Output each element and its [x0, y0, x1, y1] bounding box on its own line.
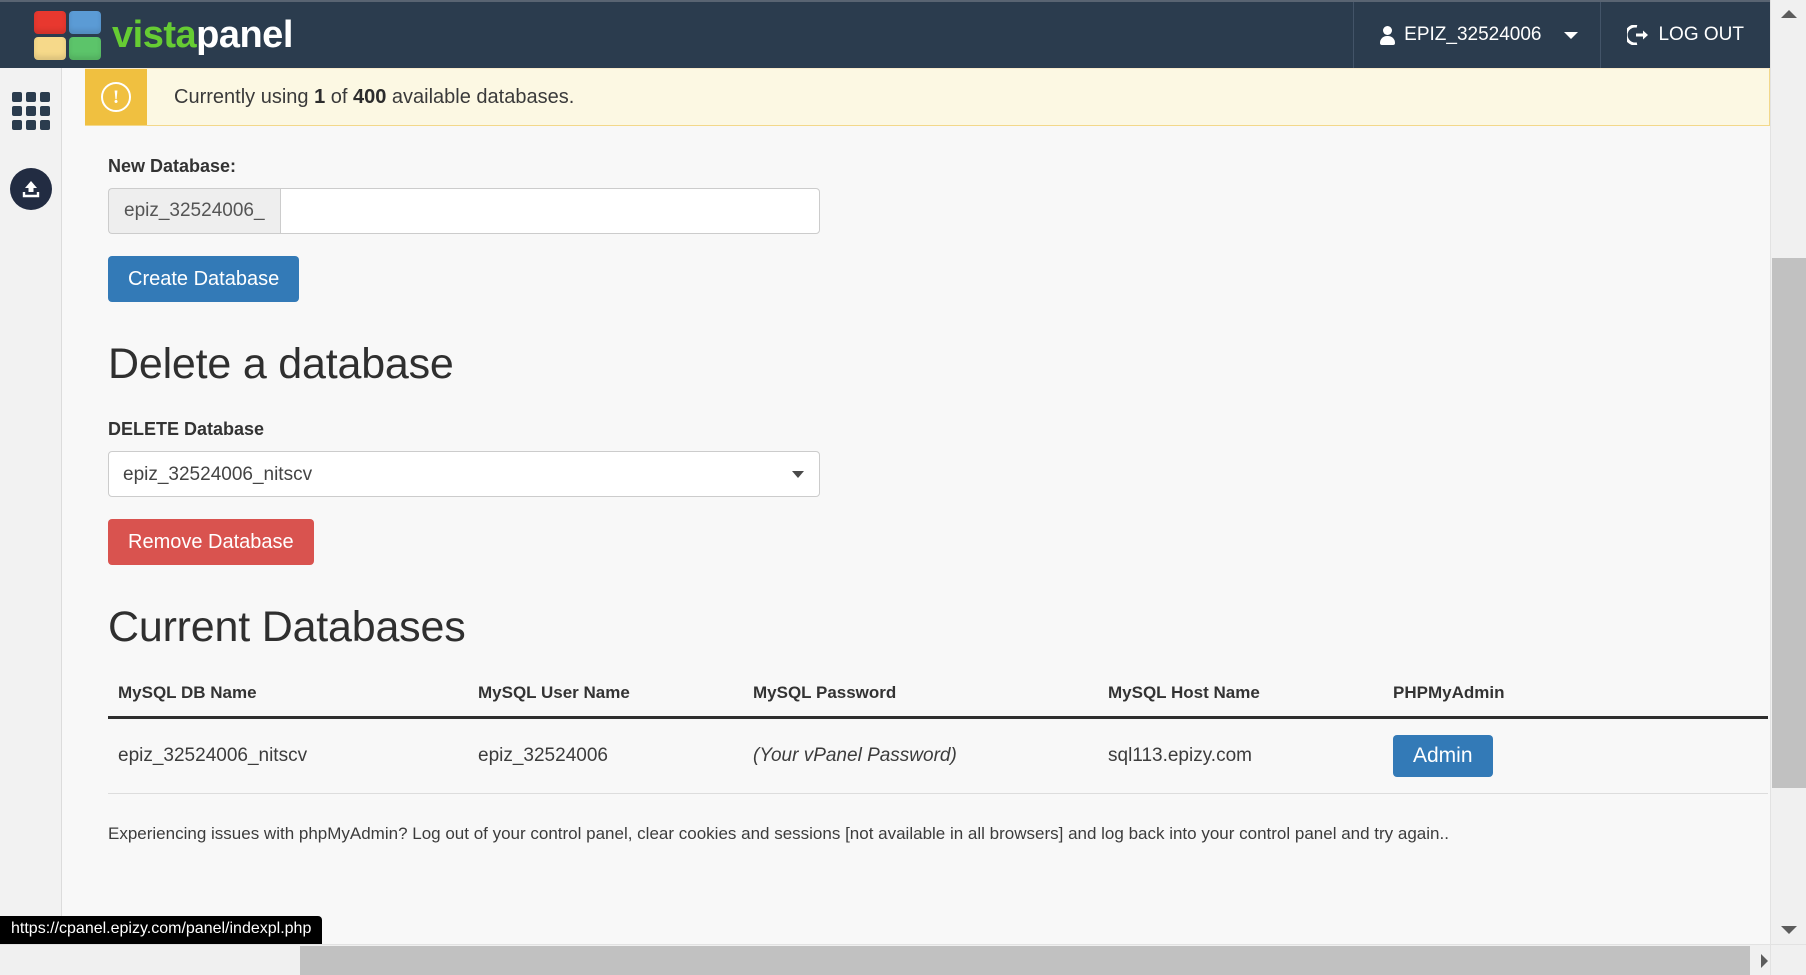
brand-text: vistapanel: [112, 16, 293, 54]
current-databases-section: Current Databases MySQL DB Name MySQL Us…: [85, 603, 1770, 794]
brand-text-vista: vista: [112, 14, 197, 56]
delete-database-select[interactable]: epiz_32524006_nitscv: [108, 451, 820, 498]
person-icon: [1380, 25, 1396, 45]
triangle-right-icon: [1760, 953, 1768, 968]
alert-message: Currently using 1 of 400 available datab…: [147, 86, 574, 109]
triangle-down-icon: [1781, 926, 1797, 934]
phpmyadmin-help-note: Experiencing issues with phpMyAdmin? Log…: [108, 823, 1449, 843]
left-sidebar: [0, 68, 62, 975]
alert-used-count: 1: [314, 85, 326, 108]
triangle-up-icon: [1781, 10, 1797, 18]
status-bar-url: https://cpanel.epizy.com/panel/indexpl.p…: [0, 916, 323, 944]
new-database-input[interactable]: [279, 188, 820, 234]
upload-icon: [10, 168, 52, 210]
column-header-user-name: MySQL User Name: [468, 674, 743, 719]
cell-password: (Your vPanel Password): [743, 717, 1098, 794]
cell-user-name: epiz_32524006: [468, 717, 743, 794]
table-row: epiz_32524006_nitscv epiz_32524006 (Your v…: [108, 717, 1768, 794]
current-databases-heading: Current Databases: [108, 603, 466, 652]
table-body: epiz_32524006_nitscv epiz_32524006 (Your v…: [108, 717, 1768, 794]
new-database-label: New Database:: [108, 156, 237, 176]
alert-prefix: Currently using: [174, 85, 315, 108]
create-database-button[interactable]: Create Database: [108, 256, 300, 302]
alert-total-count: 400: [352, 85, 387, 108]
navbar-right-group: EPIZ_32524006 LOG OUT: [1353, 2, 1770, 68]
scroll-up-arrow[interactable]: [1771, 0, 1806, 28]
vertical-scrollbar-thumb[interactable]: [1772, 258, 1806, 788]
column-header-db-name: MySQL DB Name: [108, 674, 468, 719]
phpmyadmin-admin-button[interactable]: Admin: [1393, 734, 1493, 777]
delete-database-heading: Delete a database: [108, 340, 454, 388]
exclamation-circle-icon: !: [101, 82, 131, 112]
vertical-scrollbar[interactable]: [1770, 0, 1806, 944]
page-scroll-area: ! Currently using 1 of 400 available dat…: [62, 68, 1770, 944]
column-header-host-name: MySQL Host Name: [1098, 674, 1383, 719]
delete-database-section: Delete a database DELETE Database epiz_3…: [85, 340, 1770, 566]
new-database-input-group: epiz_32524006_: [108, 188, 820, 234]
user-account-menu[interactable]: EPIZ_32524006: [1354, 2, 1600, 68]
vistapanel-logo-icon: [34, 10, 101, 60]
sidebar-item-apps[interactable]: [0, 80, 62, 142]
cell-db-name: epiz_32524006_nitscv: [108, 717, 468, 794]
database-usage-alert: ! Currently using 1 of 400 available dat…: [85, 68, 1770, 126]
horizontal-scrollbar-thumb[interactable]: [300, 946, 1750, 975]
delete-database-select-wrap: epiz_32524006_nitscv: [108, 451, 820, 498]
cell-host-name: sql113.epizy.com: [1098, 717, 1383, 794]
new-database-section: New Database: epiz_32524006_ Create Data…: [85, 156, 1770, 302]
brand-logo-link[interactable]: vistapanel: [0, 2, 293, 68]
column-header-password: MySQL Password: [743, 674, 1098, 719]
horizontal-scrollbar[interactable]: [0, 944, 1806, 975]
logout-icon: [1627, 25, 1649, 45]
column-header-phpmyadmin: PHPMyAdmin: [1383, 674, 1768, 719]
brand-text-panel: panel: [196, 14, 293, 56]
logout-label: LOG OUT: [1658, 24, 1744, 45]
user-account-label: EPIZ_32524006: [1404, 24, 1542, 45]
top-navbar: vistapanel EPIZ_32524006 LOG OUT: [0, 2, 1770, 68]
sidebar-item-upload[interactable]: [0, 158, 62, 220]
remove-database-button[interactable]: Remove Database: [108, 519, 314, 566]
scroll-down-arrow[interactable]: [1771, 916, 1806, 944]
current-databases-table: MySQL DB Name MySQL User Name MySQL Pass…: [108, 674, 1768, 794]
table-header-row: MySQL DB Name MySQL User Name MySQL Pass…: [108, 674, 1768, 719]
apps-grid-icon: [12, 92, 50, 130]
new-database-prefix: epiz_32524006_: [108, 188, 280, 234]
browser-viewport: vistapanel EPIZ_32524006 LOG OUT ! Curre…: [0, 0, 1806, 975]
chevron-down-icon: [1564, 31, 1579, 39]
delete-database-label: DELETE Database: [108, 419, 265, 440]
logout-button[interactable]: LOG OUT: [1601, 2, 1770, 68]
page-content: ! Currently using 1 of 400 available dat…: [62, 68, 1770, 844]
cell-phpmyadmin: Admin: [1383, 717, 1768, 794]
alert-suffix: available databases.: [386, 85, 575, 108]
scrollbar-corner: [1770, 944, 1806, 975]
alert-middle: of: [325, 85, 353, 108]
alert-icon-container: !: [85, 69, 147, 125]
window-top-strip: [0, 0, 1806, 2]
table-header: MySQL DB Name MySQL User Name MySQL Pass…: [108, 674, 1768, 719]
